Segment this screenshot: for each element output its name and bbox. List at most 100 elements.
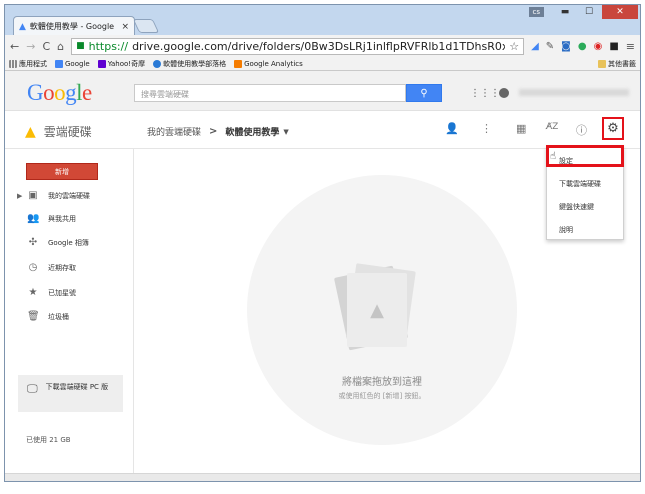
- browser-tab[interactable]: ▲ 軟體使用教學 - Google 雲 ×: [13, 16, 135, 36]
- sidebar-item-label: Google 相簿: [48, 238, 89, 247]
- empty-files-illustration: ▲: [333, 261, 421, 355]
- bookmark-analytics[interactable]: Google Analytics: [234, 59, 303, 68]
- tab-close-icon[interactable]: ×: [121, 22, 129, 32]
- drive-favicon-icon: ▲: [19, 21, 26, 32]
- hand-cursor-icon: ☝: [550, 151, 557, 162]
- drive-title[interactable]: ▲ 雲端硬碟: [25, 123, 92, 140]
- bookmark-star-icon[interactable]: ☆: [509, 40, 519, 53]
- star-icon: ★: [28, 287, 38, 298]
- breadcrumb-current[interactable]: 軟體使用教學: [225, 125, 279, 138]
- expand-caret-icon[interactable]: ▶: [17, 192, 22, 200]
- sidebar-item-shared[interactable]: 👥 與我共用: [27, 213, 76, 224]
- drive-header: ▲ 雲端硬碟 我的雲端硬碟 > 軟體使用教學 ▼ 👤 ⋮ ▦ A̸Z ⓘ ⚙: [5, 111, 640, 149]
- extension-arrow-icon[interactable]: ◢: [531, 41, 539, 52]
- google-header: Google 搜尋雲端硬碟 ⚲ ⋮⋮⋮: [5, 71, 640, 111]
- url-scheme: https://: [88, 39, 129, 53]
- extension-green-icon[interactable]: ●: [578, 41, 587, 52]
- new-button[interactable]: 新增: [26, 163, 98, 180]
- share-person-icon[interactable]: 👤: [445, 122, 459, 135]
- pinwheel-icon: ✣: [28, 237, 38, 248]
- info-icon[interactable]: ⓘ: [576, 122, 587, 138]
- search-icon: ⚲: [420, 87, 428, 99]
- chevron-down-icon[interactable]: ▼: [283, 128, 288, 136]
- apps-grid-icon: [9, 59, 17, 68]
- logo-letter: o: [43, 80, 55, 105]
- address-bar[interactable]: ■ https://drive.google.com/drive/folders…: [71, 37, 525, 55]
- monitor-icon: 🖵: [27, 382, 38, 395]
- sidebar-item-photos[interactable]: ✣ Google 相簿: [27, 237, 89, 248]
- home-button[interactable]: ⌂: [57, 40, 64, 53]
- lock-icon: ■: [76, 41, 85, 51]
- minimize-button[interactable]: ▬: [554, 5, 576, 19]
- reload-button[interactable]: C: [42, 40, 50, 53]
- folder-icon: [598, 59, 606, 68]
- google-logo[interactable]: Google: [27, 80, 92, 106]
- sidebar-item-label: 已加星號: [48, 288, 76, 297]
- drop-subtitle: 或使用紅色的 [新增] 按鈕。: [338, 392, 426, 400]
- trash-icon: 🗑: [27, 311, 40, 322]
- settings-button[interactable]: ⚙: [602, 117, 624, 140]
- gear-icon: ⚙: [607, 121, 619, 136]
- search-button[interactable]: ⚲: [406, 84, 442, 102]
- chrome-menu-button[interactable]: ≡: [626, 40, 635, 53]
- bookmark-label: Google: [65, 59, 90, 68]
- google-favicon-icon: [55, 59, 63, 68]
- search-input[interactable]: 搜尋雲端硬碟: [134, 84, 406, 102]
- drop-title: 將檔案拖放到這裡: [342, 377, 422, 388]
- back-button[interactable]: ←: [10, 40, 19, 53]
- menu-item-help[interactable]: 說明: [559, 225, 573, 235]
- extension-opera-icon[interactable]: ◉: [594, 41, 603, 52]
- bookmark-google[interactable]: Google: [55, 59, 90, 68]
- breadcrumb-root[interactable]: 我的雲端硬碟: [147, 125, 201, 138]
- grid-view-icon[interactable]: ▦: [516, 122, 526, 135]
- highlight-box: [546, 145, 624, 167]
- forward-button[interactable]: →: [26, 40, 35, 53]
- apps-grid-icon[interactable]: ⋮⋮⋮: [470, 88, 500, 99]
- drive-folder-icon: ▣: [28, 190, 38, 201]
- sidebar-item-label: 與我共用: [48, 214, 76, 223]
- bookmark-blog[interactable]: 軟體使用教學部落格: [153, 59, 226, 69]
- sidebar-item-recent[interactable]: ◷ 近期存取: [27, 262, 76, 273]
- sidebar-item-my-drive[interactable]: ▣ 我的雲端硬碟: [27, 190, 90, 201]
- menu-item-download-drive[interactable]: 下載雲端硬碟: [559, 179, 601, 189]
- tab-title: 軟體使用教學 - Google 雲: [29, 22, 118, 31]
- download-pc-button[interactable]: 🖵 下載雲端硬碟 PC 版: [18, 375, 123, 412]
- sidebar-item-label: 近期存取: [48, 263, 76, 272]
- bookmark-apps[interactable]: 應用程式: [9, 59, 47, 69]
- logo-letter: G: [27, 80, 44, 105]
- clock-icon: ◷: [28, 262, 38, 273]
- bookmark-label: Yahoo!奇摩: [107, 59, 146, 68]
- logo-letter: g: [65, 80, 77, 105]
- url-text: drive.google.com/drive/folders/0Bw3DsLRj…: [132, 39, 506, 53]
- new-tab-button[interactable]: [132, 19, 160, 33]
- download-pc-label: 下載雲端硬碟 PC 版: [45, 383, 109, 391]
- sidebar-item-label: 我的雲端硬碟: [48, 191, 90, 200]
- close-window-button[interactable]: ✕: [602, 5, 638, 19]
- sidebar-item-trash[interactable]: 🗑 垃圾桶: [27, 311, 69, 322]
- extension-dark-icon[interactable]: ■: [609, 41, 618, 52]
- logo-letter: e: [82, 80, 92, 105]
- breadcrumb: 我的雲端硬碟 > 軟體使用教學 ▼: [147, 125, 289, 138]
- horizontal-scrollbar[interactable]: [5, 473, 640, 481]
- bookmark-yahoo[interactable]: Yahoo!奇摩: [97, 59, 146, 69]
- other-bookmarks[interactable]: 其他書籤: [598, 59, 636, 69]
- sidebar-item-starred[interactable]: ★ 已加星號: [27, 287, 76, 298]
- sort-az-icon[interactable]: A̸Z: [546, 122, 558, 132]
- browser-toolbar: ← → C ⌂ ■ https://drive.google.com/drive…: [5, 35, 640, 57]
- notifications-icon[interactable]: [499, 88, 509, 98]
- extension-s-icon[interactable]: ◙: [561, 41, 571, 52]
- bookmark-label: 應用程式: [19, 59, 47, 68]
- extension-tools-icon[interactable]: ✎: [546, 41, 554, 52]
- logo-letter: o: [54, 80, 66, 105]
- people-icon: 👥: [27, 213, 40, 224]
- bookmark-label: 其他書籤: [608, 59, 636, 68]
- menu-item-keyboard-shortcuts[interactable]: 鍵盤快速鍵: [559, 202, 594, 212]
- bookmark-label: 軟體使用教學部落格: [163, 59, 227, 68]
- maximize-button[interactable]: ☐: [578, 5, 600, 19]
- profile-badge[interactable]: cs: [528, 7, 544, 17]
- sidebar-item-label: 垃圾桶: [48, 312, 69, 321]
- drive-page: Google 搜尋雲端硬碟 ⚲ ⋮⋮⋮ ▲ 雲端硬碟 我的雲端硬碟 > 軟體使用…: [5, 71, 640, 481]
- yahoo-favicon-icon: [97, 59, 106, 68]
- more-vert-icon[interactable]: ⋮: [481, 122, 492, 135]
- account-blurred[interactable]: [519, 89, 629, 96]
